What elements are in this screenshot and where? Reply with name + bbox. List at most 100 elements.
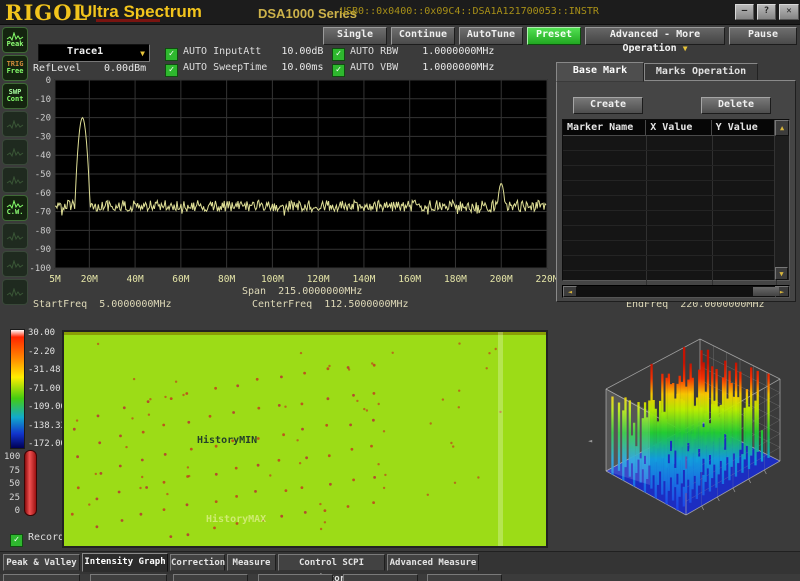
scroll-up-icon[interactable]: ▲ [775, 120, 789, 136]
sidebar-item-dim5[interactable] [2, 167, 28, 193]
table-cell [563, 181, 647, 195]
hscroll-track[interactable] [577, 286, 775, 297]
sidebar-item-dim9[interactable] [2, 279, 28, 305]
sidebar-item-trig[interactable]: TRIGFree [2, 55, 28, 81]
table-cell [647, 166, 713, 180]
inputatt-value: 10.00dB [281, 46, 323, 57]
close-button[interactable]: ✕ [779, 4, 799, 20]
partial-button[interactable] [343, 574, 418, 581]
preset-button[interactable]: Preset [527, 27, 581, 45]
sidebar-item-cw[interactable]: C.W. [2, 195, 28, 221]
trace-select-dropdown[interactable]: Trace1 ▼ [38, 44, 150, 62]
partial-button[interactable] [3, 574, 80, 581]
inputatt-label: AUTO InputAtt [183, 46, 261, 57]
help-button[interactable]: ? [757, 4, 776, 20]
pause-button[interactable]: Pause [729, 27, 797, 45]
partial-button[interactable] [258, 574, 333, 581]
column-header-y-value[interactable]: Y Value [712, 120, 775, 136]
waveform-icon [6, 288, 24, 297]
history-max-label: HistoryMAX [206, 514, 266, 525]
table-cell [647, 211, 713, 225]
marker-panel: Base Mark Marks Operation Create Delete … [556, 62, 798, 302]
table-cell [563, 226, 647, 240]
title-bar: RIGOL Ultra Spectrum DSA1000 Series USB0… [0, 0, 800, 25]
table-row [563, 196, 789, 211]
startfreq-readout: StartFreq 5.0000000MHz [33, 299, 171, 310]
delete-button[interactable]: Delete [701, 97, 771, 114]
vertical-scrollbar[interactable]: ▼ [774, 136, 789, 280]
intensity-dots-layer [64, 332, 546, 546]
table-cell [713, 241, 777, 255]
vbw-label: AUTO VBW [350, 62, 398, 73]
centerfreq-label: CenterFreq [252, 299, 312, 310]
table-cell [563, 271, 647, 285]
sidebar-item-dim8[interactable] [2, 251, 28, 277]
advanced-operation-dropdown[interactable]: Advanced - More Operation ▼ [585, 27, 725, 45]
table-cell [647, 256, 713, 270]
partial-button[interactable] [173, 574, 248, 581]
minimize-button[interactable]: — [735, 4, 754, 20]
ref-level-value: 0.00dBm [104, 63, 146, 74]
sidebar-item-swp[interactable]: SWPCont [2, 83, 28, 109]
single-button[interactable]: Single [323, 27, 387, 45]
svg-text:0: 0 [46, 76, 51, 86]
level-tick-label: 75 [4, 466, 20, 476]
table-cell [563, 151, 647, 165]
tab-base-mark[interactable]: Base Mark [556, 62, 644, 82]
autotune-button[interactable]: AutoTune [459, 27, 523, 45]
svg-text:80M: 80M [218, 274, 235, 285]
svg-text:-100: -100 [29, 264, 51, 274]
span-readout: Span 215.0000000MHz [242, 286, 362, 297]
partial-button[interactable] [90, 574, 167, 581]
horizontal-scrollbar[interactable]: ◄ ► [562, 285, 790, 298]
tab-peak-valley[interactable]: Peak & Valley [3, 554, 80, 571]
tab-intensity-graph[interactable]: Intensity Graph [82, 553, 168, 572]
table-cell [647, 241, 713, 255]
table-row [563, 151, 789, 166]
marker-table-rows [563, 136, 789, 286]
level-tick-label: 100 [4, 452, 20, 462]
svg-text:40M: 40M [127, 274, 144, 285]
sidebar-item-dim4[interactable] [2, 139, 28, 165]
sidebar-item-peak[interactable]: Peak [2, 27, 28, 53]
partial-button[interactable] [427, 574, 502, 581]
svg-text:20M: 20M [81, 274, 98, 285]
table-cell [563, 256, 647, 270]
table-row [563, 271, 789, 286]
level-slider[interactable] [24, 450, 37, 516]
rbw-label: AUTO RBW [350, 46, 398, 57]
checkbox-check-icon: ✓ [10, 534, 23, 547]
sidebar-item-dim3[interactable] [2, 111, 28, 137]
svg-text:-50: -50 [35, 170, 51, 180]
create-button[interactable]: Create [573, 97, 643, 114]
waveform-icon [6, 232, 24, 241]
sidebar-item-dim7[interactable] [2, 223, 28, 249]
tab-measure[interactable]: Measure [227, 554, 276, 571]
centerfreq-readout: CenterFreq 112.5000000MHz [252, 299, 409, 310]
scroll-down-icon[interactable]: ▼ [775, 267, 788, 280]
vbw-value: 1.0000000MHz [422, 62, 494, 73]
hscroll-thumb[interactable] [753, 287, 779, 296]
table-row [563, 181, 789, 196]
svg-text:-20: -20 [35, 114, 51, 124]
span-label: Span [242, 286, 266, 297]
ultra-spectrum-window: RIGOL Ultra Spectrum DSA1000 Series USB0… [0, 0, 800, 581]
auto-inputatt-checkbox[interactable]: ✓AUTO InputAtt 10.00dB [165, 46, 323, 59]
sidebar-item-label: Free [7, 68, 24, 75]
tab-advanced-measure[interactable]: Advanced Measure [387, 554, 479, 571]
column-header-marker-name[interactable]: Marker Name [563, 120, 646, 136]
column-header-x-value[interactable]: X Value [646, 120, 711, 136]
tab-correction[interactable]: Correction [170, 554, 225, 571]
continue-button[interactable]: Continue [391, 27, 455, 45]
auto-rbw-checkbox[interactable]: ✓AUTO RBW 1.0000000MHz [332, 46, 494, 59]
intensity-colorbar [10, 329, 25, 449]
bottom-tab-strip: Peak & ValleyIntensity GraphCorrectionMe… [0, 551, 800, 574]
table-cell [647, 136, 713, 150]
chevron-down-icon: ▼ [683, 44, 688, 53]
table-row [563, 241, 789, 256]
scroll-left-icon[interactable]: ◄ [563, 286, 577, 297]
tab-control-scpi-history[interactable]: Control SCPI History [278, 554, 385, 571]
chevron-down-icon: ▼ [140, 47, 145, 61]
table-cell [647, 271, 713, 285]
sidebar-item-label: C.W. [7, 209, 24, 216]
